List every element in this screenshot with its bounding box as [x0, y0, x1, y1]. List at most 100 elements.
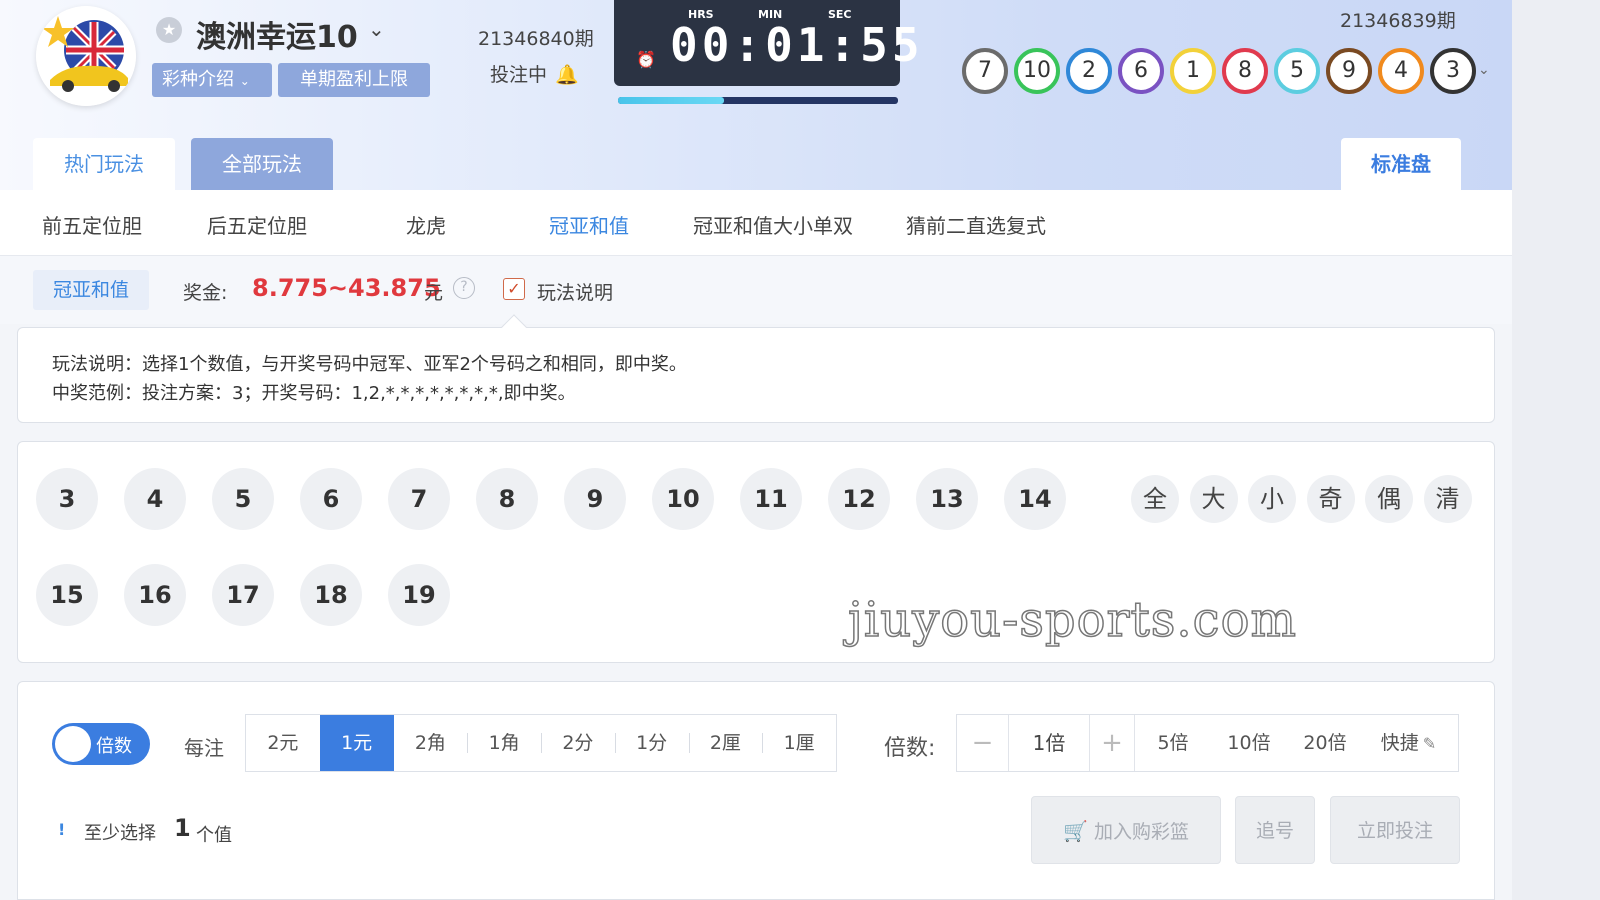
draw-ball: 10	[1014, 48, 1060, 94]
minus-button[interactable]: −	[957, 715, 1009, 771]
prize-row: 冠亚和值 奖金: 8.775~43.875 元 ? ✓ 玩法说明	[0, 256, 1512, 324]
number-ball[interactable]: 18	[300, 564, 362, 626]
draw-ball: 6	[1118, 48, 1164, 94]
number-ball[interactable]: 4	[124, 468, 186, 530]
timer-digits: 00:01:55	[670, 18, 924, 72]
number-ball[interactable]: 15	[36, 564, 98, 626]
profit-limit-tag[interactable]: 单期盈利上限	[278, 63, 430, 97]
subtab-sum-big-small[interactable]: 冠亚和值大小单双	[693, 210, 853, 239]
draw-ball: 8	[1222, 48, 1268, 94]
quick-pick-button[interactable]: 偶	[1365, 475, 1413, 523]
preset-20x[interactable]: 20倍	[1287, 715, 1363, 771]
number-ball[interactable]: 5	[212, 468, 274, 530]
game-intro-tag[interactable]: 彩种介绍 ⌄	[152, 63, 272, 97]
quick-pick-button[interactable]: 奇	[1306, 475, 1355, 523]
multiplier-value[interactable]: 1倍	[1009, 715, 1089, 771]
plus-button[interactable]: +	[1089, 715, 1135, 771]
betting-status: 投注中 🔔	[490, 60, 579, 87]
rules-checkbox-label[interactable]: 玩法说明	[537, 278, 613, 305]
draw-ball: 2	[1066, 48, 1112, 94]
number-ball[interactable]: 9	[564, 468, 626, 530]
unit-selector: 2元 1元 2角 1角 2分 1分 2厘 1厘	[245, 714, 837, 772]
number-ball[interactable]: 13	[916, 468, 978, 530]
number-ball[interactable]: 19	[388, 564, 450, 626]
quick-label: 快捷	[1380, 732, 1419, 754]
edit-icon: ✎	[1422, 734, 1437, 753]
quick-multiplier-button[interactable]: 快捷 ✎	[1363, 715, 1454, 771]
multiplier-stepper: − 1倍 + 5倍 10倍 20倍 快捷 ✎	[956, 714, 1459, 772]
info-icon: !	[58, 820, 66, 839]
status-text: 投注中	[490, 64, 548, 86]
number-ball[interactable]: 6	[300, 468, 362, 530]
current-period: 21346840期	[478, 28, 594, 50]
preset-5x[interactable]: 5倍	[1135, 715, 1211, 771]
prize-label: 奖金:	[183, 282, 228, 304]
number-ball[interactable]: 8	[476, 468, 538, 530]
prize-unit: 元	[424, 282, 444, 304]
game-title: 澳洲幸运10	[196, 20, 358, 55]
unit-option[interactable]: 1厘	[762, 715, 836, 771]
number-ball[interactable]: 12	[828, 468, 890, 530]
game-intro-label: 彩种介绍	[162, 69, 234, 90]
toggle-knob	[55, 726, 91, 762]
cart-icon: 🛒	[1063, 819, 1088, 843]
number-ball[interactable]: 14	[1004, 468, 1066, 530]
rules-explanation: 玩法说明：选择1个数值，与开奖号码中冠军、亚军2个号码之和相同，即中奖。 中奖范…	[17, 327, 1495, 423]
chevron-down-icon[interactable]: ⌄	[1478, 62, 1490, 78]
quick-pick-button[interactable]: 清	[1423, 475, 1472, 523]
number-ball[interactable]: 17	[212, 564, 274, 626]
last-draw-balls: 7 10 2 6 1 8 5 9 4 3	[962, 48, 1476, 94]
preset-10x[interactable]: 10倍	[1211, 715, 1287, 771]
number-ball[interactable]: 10	[652, 468, 714, 530]
draw-ball: 9	[1326, 48, 1372, 94]
tab-all-games[interactable]: 全部玩法	[191, 138, 333, 190]
tab-standard[interactable]: 标准盘	[1341, 138, 1461, 190]
draw-ball: 3	[1430, 48, 1476, 94]
alarm-clock-icon: ⏰	[636, 50, 656, 69]
quick-pick-button[interactable]: 全	[1131, 475, 1179, 523]
hint-prefix: 至少选择	[84, 823, 156, 844]
rules-line-2: 中奖范例：投注方案：3；开奖号码：1,2,*,*,*,*,*,*,*,*,即中奖…	[52, 383, 576, 404]
unit-option[interactable]: 1角	[467, 715, 541, 771]
bet-now-button[interactable]: 立即投注	[1330, 796, 1460, 864]
quick-pick-button[interactable]: 大	[1189, 475, 1238, 523]
page-edge	[1512, 0, 1600, 900]
number-ball[interactable]: 16	[124, 564, 186, 626]
subtab-guess-top-two[interactable]: 猜前二直选复式	[906, 210, 1046, 239]
subtab-back-five[interactable]: 后五定位胆	[207, 210, 307, 239]
chevron-down-icon: ⌄	[239, 74, 250, 88]
draw-ball: 4	[1378, 48, 1424, 94]
quick-pick-button[interactable]: 小	[1248, 475, 1296, 523]
game-logo	[36, 6, 136, 106]
per-bet-label: 每注	[184, 736, 224, 760]
bell-icon: 🔔	[555, 64, 579, 86]
subtab-sum-top-two[interactable]: 冠亚和值	[549, 210, 629, 239]
chase-number-button[interactable]: 追号	[1235, 796, 1315, 864]
unit-option[interactable]: 2角	[394, 715, 468, 771]
number-ball[interactable]: 3	[36, 468, 98, 530]
unit-option[interactable]: 1元	[319, 715, 394, 771]
unit-option[interactable]: 1分	[614, 715, 689, 771]
subtab-front-five[interactable]: 前五定位胆	[42, 210, 142, 239]
unit-option[interactable]: 2厘	[688, 715, 763, 771]
help-icon[interactable]: ?	[453, 277, 475, 299]
unit-option[interactable]: 2元	[246, 715, 320, 771]
countdown-timer: HRS MIN SEC ⏰ 00:01:55	[614, 0, 920, 86]
watermark: jiuyou-sports.com	[847, 591, 1297, 649]
unit-option[interactable]: 2分	[541, 715, 615, 771]
draw-ball: 7	[962, 48, 1008, 94]
add-cart-label: 加入购彩篮	[1093, 821, 1189, 843]
number-ball[interactable]: 11	[740, 468, 802, 530]
favorite-star-icon[interactable]: ★	[156, 17, 182, 43]
multiplier-toggle[interactable]: 倍数	[52, 723, 150, 765]
add-to-cart-button[interactable]: 🛒 加入购彩篮	[1031, 796, 1221, 864]
chevron-down-icon[interactable]: ⌄	[368, 17, 385, 41]
prize-value: 8.775~43.875	[252, 274, 441, 302]
draw-ball: 1	[1170, 48, 1216, 94]
tab-hot-games[interactable]: 热门玩法	[33, 138, 175, 190]
rules-checkbox[interactable]: ✓	[503, 278, 525, 300]
hint-count: 1	[174, 814, 191, 842]
draw-ball: 5	[1274, 48, 1320, 94]
subtab-dragon-tiger[interactable]: 龙虎	[406, 210, 446, 239]
number-ball[interactable]: 7	[388, 468, 450, 530]
